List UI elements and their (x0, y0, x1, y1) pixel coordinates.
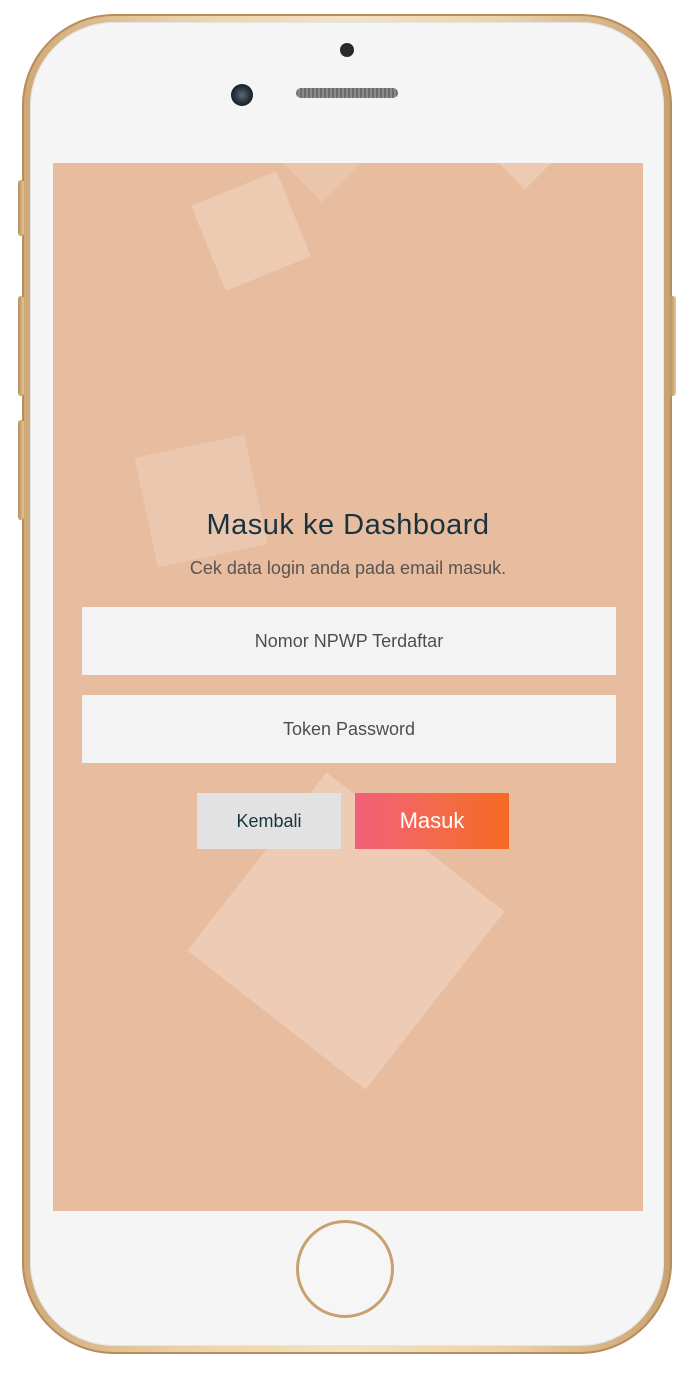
phone-volume-down-button (18, 420, 24, 520)
back-button[interactable]: Kembali (197, 793, 341, 849)
front-camera-icon (340, 43, 354, 57)
page-subtitle: Cek data login anda pada email masuk. (189, 558, 507, 578)
page-title: Masuk ke Dashboard (206, 509, 490, 541)
app-screen: Masuk ke Dashboard Cek data login anda p… (53, 163, 643, 1211)
phone-mute-switch (18, 180, 24, 236)
npwp-input[interactable] (82, 607, 616, 675)
decorative-square (496, 163, 554, 190)
phone-volume-up-button (18, 296, 24, 396)
camera-lens-icon (231, 84, 253, 106)
decorative-square (191, 171, 311, 291)
login-button[interactable]: Masuk (355, 793, 509, 849)
decorative-square (134, 434, 268, 568)
token-password-input[interactable] (82, 695, 616, 763)
phone-power-button (670, 296, 676, 396)
home-button (296, 1220, 394, 1318)
earpiece-speaker (296, 88, 398, 98)
decorative-square (275, 163, 369, 203)
